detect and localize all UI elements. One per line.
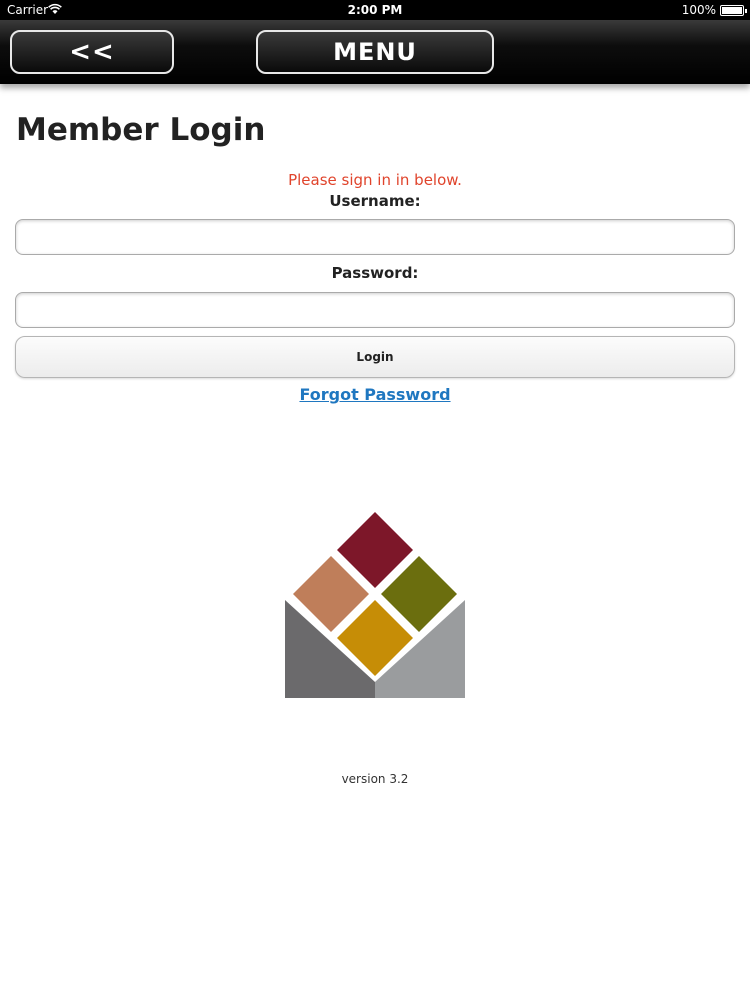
- forgot-password-link[interactable]: Forgot Password: [299, 385, 450, 404]
- username-label: Username:: [329, 192, 421, 210]
- page-title: Member Login: [16, 112, 266, 148]
- navigation-bar: << MENU: [0, 20, 750, 84]
- username-input[interactable]: [15, 219, 735, 255]
- password-input[interactable]: [15, 292, 735, 328]
- login-button[interactable]: Login: [15, 336, 735, 378]
- version-label: version 3.2: [341, 772, 409, 786]
- menu-button[interactable]: MENU: [256, 30, 494, 74]
- company-logo: [285, 512, 465, 698]
- forgot-password-container: Forgot Password: [0, 385, 750, 404]
- clock: 2:00 PM: [347, 3, 403, 17]
- status-bar: Carrier 2:00 PM 100%: [0, 0, 750, 20]
- battery-percentage: 100%: [681, 3, 716, 17]
- password-label: Password:: [331, 264, 419, 282]
- sign-in-notice: Please sign in in below.: [288, 171, 462, 189]
- battery-icon: [720, 5, 747, 16]
- back-button[interactable]: <<: [10, 30, 174, 74]
